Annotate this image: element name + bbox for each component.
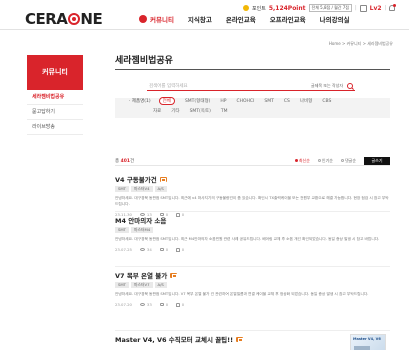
category-all[interactable]: 전체 — [158, 97, 175, 105]
nav-knowledge[interactable]: 지식창고 — [188, 14, 212, 24]
post-tag: SMT — [115, 227, 130, 233]
nav-my-classroom[interactable]: 나의강의실 — [320, 14, 350, 24]
bell-icon[interactable] — [389, 4, 397, 11]
category-item[interactable]: SMT(옥토) — [190, 108, 211, 114]
post-divider — [115, 211, 390, 212]
like-count: 0 — [181, 247, 185, 252]
post-date: 23.07.20 — [115, 302, 132, 307]
sort-comments[interactable]: 댓글순 — [340, 158, 356, 164]
search-icon[interactable] — [347, 82, 353, 89]
sidebar-item-qna[interactable]: 묻고답하기 — [27, 105, 83, 120]
sort-popular[interactable]: 인기순 — [317, 158, 333, 164]
post-thumbnail[interactable]: Master V4, V6 — [350, 334, 386, 350]
category-item[interactable]: CS — [284, 99, 290, 104]
post-meta: 23.07.20 33 0 0 — [115, 302, 390, 307]
post-title[interactable]: Master V4, V6 수직모터 교체시 꿀팁!! — [115, 334, 233, 344]
sidebar-item-live[interactable]: 라이브방송 — [27, 120, 83, 135]
sort-latest[interactable]: 최신순 — [294, 158, 310, 164]
post-tag: 마스터V7 — [131, 282, 153, 288]
post-excerpt: 안녕하세요. 대구경북 동판점 SMT입니다. 최근 M4안마의자 소음민원 관… — [115, 237, 380, 241]
category-item[interactable]: HP — [220, 99, 226, 104]
utility-bar: 포인트 5,124Point 전체 5,8점 / 월간 7점 | Lv2 | — [243, 4, 397, 12]
view-count: 34 — [146, 247, 152, 252]
global-nav: 커뮤니티 지식창고 온라인교육 오프라인교육 나의강의실 — [139, 14, 364, 24]
like-icon — [176, 302, 180, 307]
comment-icon — [159, 302, 164, 307]
post-date: 23.07.25 — [115, 247, 132, 252]
post-tag: 마스터V4 — [131, 186, 153, 192]
list-item[interactable]: Master V4, V6 수직모터 교체시 꿀팁!! — [115, 334, 390, 344]
post-tag: SMT — [115, 186, 130, 192]
post-count: 총 401건 — [115, 158, 135, 164]
point-value[interactable]: 5,124Point — [269, 5, 306, 12]
thumbnail-image — [354, 346, 370, 350]
search-field-select[interactable]: 글제목 또는 작성자 — [311, 83, 343, 89]
nav-community[interactable]: 커뮤니티 — [139, 14, 174, 24]
category-label: · 제품명(1) — [129, 99, 151, 104]
nav-offline-edu[interactable]: 오프라인교육 — [270, 14, 306, 24]
category-item[interactable]: 기타 — [171, 108, 179, 114]
category-row-2: 자료 기타 SMT(옥토) TM — [153, 107, 237, 115]
image-icon — [236, 336, 244, 342]
post-tag: SMT — [115, 282, 130, 288]
point-label: 포인트 — [252, 5, 266, 12]
image-icon — [170, 272, 178, 278]
point-summary-box: 전체 5,8점 / 월간 7점 — [308, 4, 352, 12]
category-item[interactable]: SMT(형태형) — [185, 98, 210, 104]
post-tag: A/S — [154, 282, 167, 288]
post-title[interactable]: V7 목부 온열 불가 — [115, 270, 167, 280]
nav-online-edu[interactable]: 온라인교육 — [226, 14, 256, 24]
radio-icon — [317, 159, 321, 162]
post-meta: 23.07.25 34 0 0 — [115, 247, 390, 252]
sidebar-item-tips[interactable]: 세라젬비법공유 — [27, 90, 83, 105]
community-icon — [139, 15, 147, 23]
image-icon — [159, 176, 167, 182]
like-icon — [176, 247, 180, 252]
search-placeholder: 검색어를 입력하세요 — [149, 83, 188, 89]
main-content: 세라젬비법공유 검색어를 입력하세요 글제목 또는 작성자 · 제품명(1) 전… — [115, 53, 390, 350]
post-tag: A/S — [154, 186, 167, 192]
sidebar-title: 커뮤니티 — [27, 55, 83, 90]
sidebar-menu: 세라젬비법공유 묻고답하기 라이브방송 — [27, 90, 83, 135]
category-item[interactable]: SMT — [264, 99, 274, 104]
category-item[interactable]: TM — [221, 109, 228, 114]
page-title: 세라젬비법공유 — [115, 56, 173, 66]
user-icon[interactable] — [359, 4, 367, 12]
eye-icon — [139, 303, 145, 306]
cera-one-logo[interactable]: CERA NE — [25, 10, 103, 28]
category-item[interactable]: CBS — [322, 99, 331, 104]
post-title[interactable]: M4 안마의자 소음 — [115, 215, 166, 225]
category-row-1: · 제품명(1) 전체 SMT(형태형) HP CHOHCI SMT CS 나비… — [129, 97, 341, 105]
comment-count: 0 — [165, 302, 169, 307]
radio-icon — [340, 159, 344, 162]
post-title[interactable]: V4 구동불가건 — [115, 174, 157, 184]
list-item[interactable]: V7 목부 온열 불가 SMT 마스터V7 A/S 안녕하세요. 대구경북 동판… — [115, 270, 390, 307]
category-item[interactable]: 나비형 — [300, 98, 312, 104]
breadcrumb: Home > 커뮤니티 > 세라젬비법공유 — [328, 41, 393, 46]
title-divider — [115, 69, 390, 70]
top-header: CERA NE 포인트 5,124Point 전체 5,8점 / 월간 7점 | … — [0, 0, 409, 30]
post-divider — [115, 266, 390, 267]
comment-icon — [159, 247, 164, 252]
post-tag: 마스터M4 — [131, 227, 154, 233]
radio-icon — [294, 159, 298, 162]
post-excerpt: 안녕하세요. 대구경북 동판점 SMT입니다. V7 목부 온열 불가 건 관련… — [115, 292, 369, 296]
point-coin-icon — [243, 5, 249, 11]
write-button[interactable]: 글쓰기 — [364, 156, 390, 165]
logo-o-mark — [67, 13, 80, 25]
level-badge: Lv2 — [369, 4, 382, 12]
view-count: 33 — [146, 302, 152, 307]
list-item[interactable]: M4 안마의자 소음 SMT 마스터M4 안녕하세요. 대구경북 동판점 SMT… — [115, 215, 390, 252]
comment-count: 0 — [165, 247, 169, 252]
eye-icon — [139, 248, 145, 251]
list-toolbar: 총 401건 최신순 인기순 댓글순 글쓰기 — [115, 156, 390, 166]
category-item[interactable]: CHOHCI — [236, 99, 254, 104]
post-excerpt: 안녕하세요. 대구경북 동판점 SMT입니다. 최근에 v4 마사지기의 구동불… — [115, 196, 389, 206]
search-input[interactable]: 검색어를 입력하세요 글제목 또는 작성자 — [147, 81, 355, 91]
thumbnail-label: Master V4, V6 — [353, 337, 381, 341]
category-item[interactable]: 자료 — [153, 108, 161, 114]
post-divider — [115, 330, 390, 331]
like-count: 0 — [181, 302, 185, 307]
